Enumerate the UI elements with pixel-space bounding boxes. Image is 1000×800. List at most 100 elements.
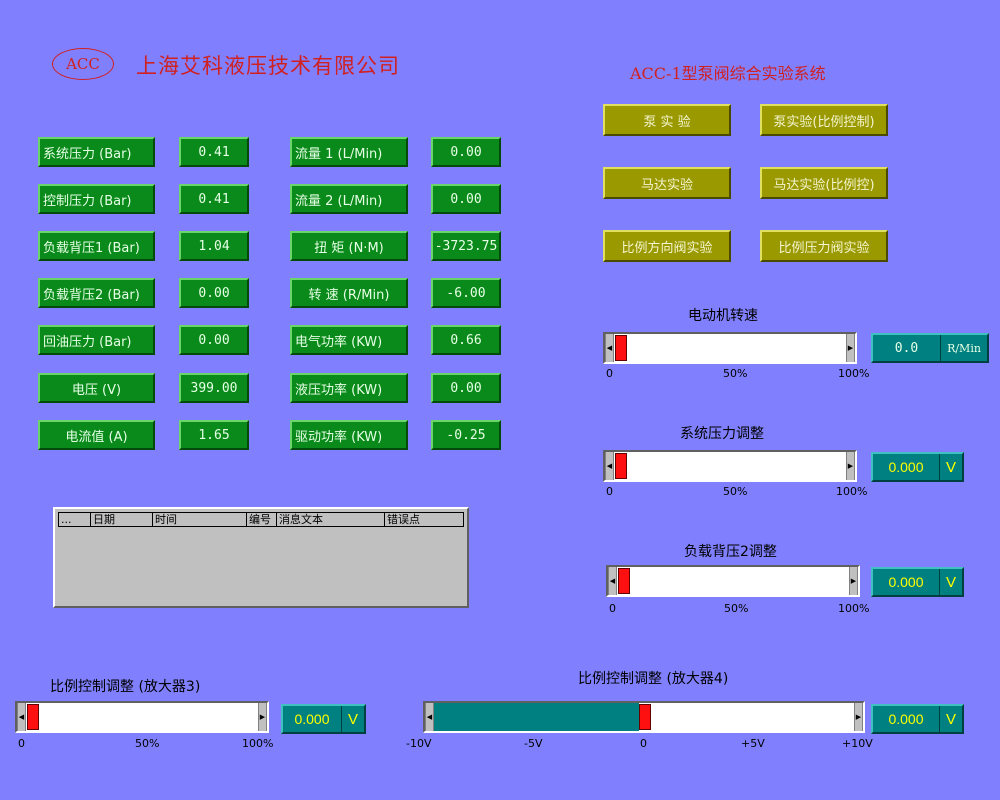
column-header-message-text[interactable]: 消息文本 — [277, 513, 385, 526]
value-electric-power: 0.66 — [431, 325, 501, 355]
label-current: 电流值 (A) — [38, 420, 155, 450]
load-back-pressure-2-adjust-label: 负载背压2调整 — [684, 544, 777, 560]
value-drive-power: -0.25 — [431, 420, 501, 450]
slider-right-arrow-icon[interactable]: ▶ — [849, 567, 858, 595]
value-system-pressure: 0.41 — [179, 137, 249, 167]
tick-label: +10V — [842, 737, 873, 750]
company-name: 上海艾科液压技术有限公司 — [136, 54, 400, 78]
amplifier-3-display: 0.000 V — [281, 704, 366, 734]
slider-right-arrow-icon[interactable]: ▶ — [258, 703, 267, 731]
label-speed: 转 速 (R/Min) — [290, 278, 408, 308]
label-electric-power: 电气功率 (KW) — [290, 325, 408, 355]
tick-label: 0 — [640, 737, 647, 750]
amplifier-4-value: 0.000 — [888, 711, 924, 727]
tick-label: -10V — [406, 737, 432, 750]
column-header-error-point[interactable]: 错误点 — [385, 513, 461, 526]
amplifier-4-adjust-label: 比例控制调整 (放大器4) — [578, 671, 729, 687]
value-flow-1: 0.00 — [431, 137, 501, 167]
label-control-pressure: 控制压力 (Bar) — [38, 184, 155, 214]
company-logo: ACC — [52, 48, 114, 80]
amplifier-3-adjust-label: 比例控制调整 (放大器3) — [50, 679, 201, 695]
slider-thumb[interactable] — [639, 704, 651, 730]
value-torque: -3723.75 — [431, 231, 501, 261]
label-torque: 扭 矩 (N·M) — [290, 231, 408, 261]
slider-right-arrow-icon[interactable]: ▶ — [846, 452, 855, 480]
slider-left-arrow-icon[interactable]: ◀ — [608, 567, 617, 595]
system-pressure-adjust-label: 系统压力调整 — [680, 426, 764, 442]
value-current: 1.65 — [179, 420, 249, 450]
slider-left-arrow-icon[interactable]: ◀ — [17, 703, 26, 731]
motor-proportional-test-button[interactable]: 马达实验(比例控) — [760, 167, 888, 199]
label-load-back-pressure-1: 负载背压1 (Bar) — [38, 231, 155, 261]
amplifier-4-slider[interactable]: ◀ ▶ — [423, 701, 865, 733]
load-back-pressure-2-value: 0.000 — [888, 574, 924, 590]
motor-speed-label: 电动机转速 — [688, 308, 758, 324]
slider-left-arrow-icon[interactable]: ◀ — [425, 703, 434, 731]
slider-thumb[interactable] — [27, 704, 39, 730]
slider-right-arrow-icon[interactable]: ▶ — [854, 703, 863, 731]
amplifier-4-unit: V — [939, 706, 962, 732]
load-back-pressure-2-slider[interactable]: ◀ ▶ — [606, 565, 860, 597]
label-drive-power: 驱动功率 (KW) — [290, 420, 408, 450]
tick-label: 100% — [838, 602, 870, 615]
amplifier-3-value: 0.000 — [294, 711, 330, 727]
slider-thumb[interactable] — [615, 453, 627, 479]
label-load-back-pressure-2: 负载背压2 (Bar) — [38, 278, 155, 308]
value-hydraulic-power: 0.00 — [431, 373, 501, 403]
amplifier-3-slider[interactable]: ◀ ▶ — [15, 701, 269, 733]
pump-test-button[interactable]: 泵 实 验 — [603, 104, 731, 136]
tick-label: 0 — [606, 485, 613, 498]
tick-label: 0 — [18, 737, 25, 750]
tick-label: +5V — [741, 737, 765, 750]
tick-label: -5V — [524, 737, 543, 750]
proportional-pressure-valve-test-button[interactable]: 比例压力阀实验 — [760, 230, 888, 262]
system-pressure-display: 0.000 V — [871, 452, 964, 482]
slider-thumb[interactable] — [618, 568, 630, 594]
tick-label: 50% — [135, 737, 160, 750]
label-return-pressure: 回油压力 (Bar) — [38, 325, 155, 355]
motor-speed-unit: R/Min — [940, 335, 987, 361]
column-header-date[interactable]: 日期 — [91, 513, 153, 526]
value-speed: -6.00 — [431, 278, 501, 308]
motor-speed-value: 0.0 — [894, 340, 919, 356]
system-pressure-unit: V — [939, 454, 962, 480]
column-header-time[interactable]: 时间 — [153, 513, 247, 526]
tick-label: 100% — [838, 367, 870, 380]
label-hydraulic-power: 液压功率 (KW) — [290, 373, 408, 403]
slider-fill — [434, 703, 639, 731]
slider-left-arrow-icon[interactable]: ◀ — [605, 334, 614, 362]
load-back-pressure-2-display: 0.000 V — [871, 567, 964, 597]
label-flow-2: 流量 2 (L/Min) — [290, 184, 408, 214]
value-voltage: 399.00 — [179, 373, 249, 403]
label-flow-1: 流量 1 (L/Min) — [290, 137, 408, 167]
slider-right-arrow-icon[interactable]: ▶ — [846, 334, 855, 362]
value-control-pressure: 0.41 — [179, 184, 249, 214]
tick-label: 100% — [242, 737, 274, 750]
pump-proportional-test-button[interactable]: 泵实验(比例控制) — [760, 104, 888, 136]
proportional-directional-valve-test-button[interactable]: 比例方向阀实验 — [603, 230, 731, 262]
tick-label: 0 — [609, 602, 616, 615]
message-table-header: ... 日期 时间 编号 消息文本 错误点 — [58, 512, 464, 527]
load-back-pressure-2-unit: V — [939, 569, 962, 595]
value-load-back-pressure-1: 1.04 — [179, 231, 249, 261]
value-load-back-pressure-2: 0.00 — [179, 278, 249, 308]
system-title: ACC-1型泵阀综合实验系统 — [630, 64, 826, 83]
tick-label: 50% — [724, 602, 749, 615]
value-return-pressure: 0.00 — [179, 325, 249, 355]
tick-label: 100% — [836, 485, 868, 498]
tick-label: 50% — [723, 485, 748, 498]
label-system-pressure: 系统压力 (Bar) — [38, 137, 155, 167]
motor-speed-display: 0.0 R/Min — [871, 333, 989, 363]
motor-speed-slider[interactable]: ◀ ▶ — [603, 332, 857, 364]
message-table[interactable]: ... 日期 时间 编号 消息文本 错误点 — [53, 507, 469, 608]
amplifier-4-display: 0.000 V — [871, 704, 964, 734]
value-flow-2: 0.00 — [431, 184, 501, 214]
tick-label: 50% — [723, 367, 748, 380]
system-pressure-slider[interactable]: ◀ ▶ — [603, 450, 857, 482]
column-header-number[interactable]: 编号 — [247, 513, 277, 526]
slider-thumb[interactable] — [615, 335, 627, 361]
label-voltage: 电压 (V) — [38, 373, 155, 403]
slider-left-arrow-icon[interactable]: ◀ — [605, 452, 614, 480]
column-header-more[interactable]: ... — [59, 513, 91, 526]
motor-test-button[interactable]: 马达实验 — [603, 167, 731, 199]
